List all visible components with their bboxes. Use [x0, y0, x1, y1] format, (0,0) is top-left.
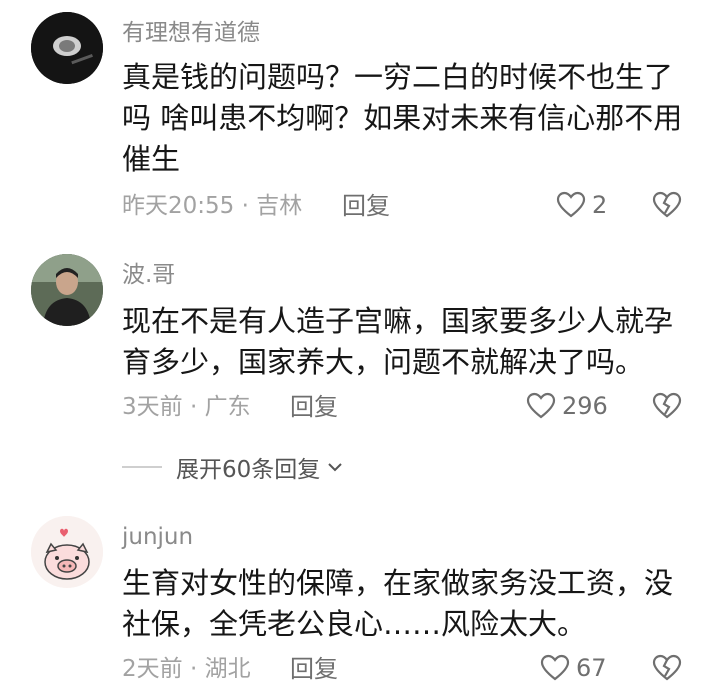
- username[interactable]: junjun: [122, 522, 193, 552]
- broken-heart-icon: [652, 191, 682, 218]
- like-button[interactable]: 2: [556, 190, 607, 220]
- expand-replies-label: 展开60条回复: [176, 457, 321, 483]
- dislike-button[interactable]: [652, 191, 682, 223]
- dislike-button[interactable]: [652, 654, 682, 686]
- comment-meta: 昨天20:55 · 吉林: [122, 193, 303, 219]
- avatar[interactable]: [31, 516, 103, 588]
- comment-text: 真是钱的问题吗？一穷二白的时候不也生了吗 啥叫患不均啊？如果对未来有信心那不用催…: [122, 60, 683, 176]
- like-button[interactable]: 296: [526, 391, 608, 421]
- expand-replies-button[interactable]: 展开60条回复: [122, 450, 346, 484]
- heart-outline-icon: [540, 654, 570, 681]
- avatar-image: [31, 12, 103, 84]
- broken-heart-icon: [652, 392, 682, 419]
- like-count: 67: [576, 654, 607, 682]
- heart-outline-icon: [556, 191, 586, 218]
- like-count: 296: [562, 392, 608, 420]
- comment-meta: 2天前 · 湖北: [122, 656, 251, 682]
- comment-meta: 3天前 · 广东: [122, 394, 251, 420]
- username[interactable]: 波.哥: [122, 260, 175, 290]
- comment-text: 现在不是有人造子宫嘛，国家要多少人就孕育多少，国家养大，问题不就解决了吗。: [122, 304, 674, 379]
- avatar-image: [31, 254, 103, 326]
- avatar-image: [31, 516, 103, 588]
- comment-text: 生育对女性的保障，在家做家务没工资，没社保，全凭老公良心……风险太大。: [122, 566, 674, 641]
- dislike-button[interactable]: [652, 392, 682, 424]
- like-count: 2: [592, 191, 608, 219]
- chevron-down-icon: [328, 463, 342, 472]
- divider: [122, 466, 162, 468]
- like-button[interactable]: 67: [540, 653, 607, 683]
- heart-outline-icon: [526, 392, 556, 419]
- reply-button[interactable]: 回复: [290, 392, 338, 422]
- reply-button[interactable]: 回复: [342, 191, 390, 221]
- broken-heart-icon: [652, 654, 682, 681]
- avatar[interactable]: [31, 254, 103, 326]
- avatar[interactable]: [31, 12, 103, 84]
- reply-button[interactable]: 回复: [290, 654, 338, 684]
- username[interactable]: 有理想有道德: [122, 18, 260, 48]
